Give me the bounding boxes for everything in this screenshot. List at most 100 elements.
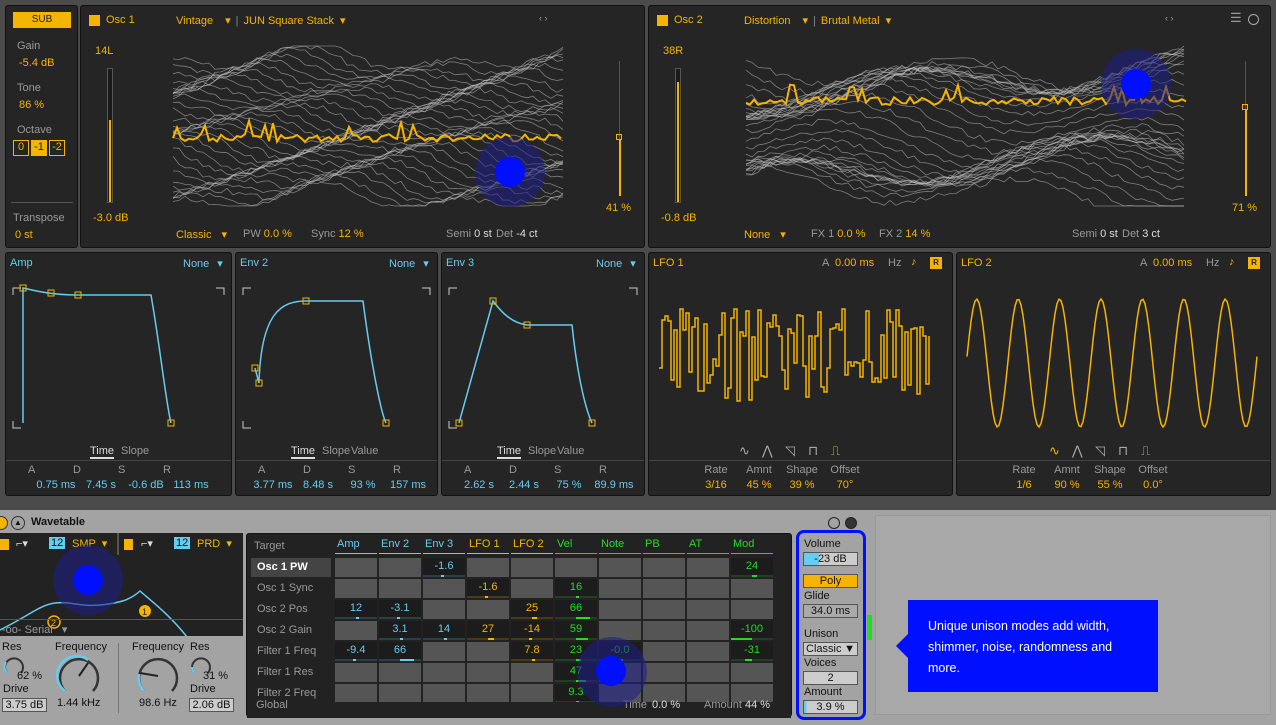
matrix-cell[interactable]: 66 [555, 600, 597, 619]
matrix-cell[interactable] [467, 600, 509, 619]
osc1-pan[interactable]: 14L [95, 45, 113, 57]
matrix-cell[interactable] [687, 642, 729, 661]
octave-button[interactable]: -2 [49, 140, 65, 156]
matrix-cell[interactable] [423, 663, 465, 682]
square-shape-icon[interactable]: ⊓ [808, 443, 818, 459]
env-param-value-a[interactable]: 2.62 s [454, 479, 504, 491]
tab-time[interactable]: Time [291, 445, 316, 459]
sine-shape-icon[interactable]: ∿ [739, 443, 750, 459]
matrix-cell[interactable] [687, 558, 729, 577]
osc1-det-control[interactable]: Det -4 ct [496, 228, 538, 240]
matrix-row-target[interactable]: Osc 2 Pos [251, 600, 331, 619]
matrix-cell[interactable] [467, 663, 509, 682]
env-param-value-d[interactable]: 8.48 s [293, 479, 343, 491]
osc2-toggle[interactable] [657, 15, 668, 26]
attack-value[interactable]: 0.00 ms [835, 257, 874, 269]
circle-icon[interactable] [1248, 14, 1259, 25]
saw-shape-icon[interactable]: ◹ [785, 443, 795, 459]
matrix-cell[interactable] [643, 558, 685, 577]
matrix-cell[interactable]: -1.6 [423, 558, 465, 577]
osc2-category-dropdown[interactable]: Distortion ▾ | Brutal Metal ▾ [744, 14, 891, 27]
matrix-cell[interactable] [687, 600, 729, 619]
matrix-cell[interactable] [731, 663, 773, 682]
menu-icon[interactable]: ☰ [1230, 10, 1242, 26]
env-param-value-d[interactable]: 7.45 s [76, 479, 126, 491]
sine-shape-icon[interactable]: ∿ [1049, 443, 1060, 459]
osc1-semi-control[interactable]: Semi 0 st [446, 228, 492, 240]
matrix-cell[interactable] [467, 684, 509, 703]
matrix-cell[interactable] [423, 642, 465, 661]
env-param-value-r[interactable]: 113 ms [166, 479, 216, 491]
matrix-cell[interactable] [335, 621, 377, 640]
osc1-mode-dropdown[interactable]: Classic ▾ [176, 228, 227, 241]
env-param-value-s[interactable]: 93 % [338, 479, 388, 491]
matrix-cell[interactable] [731, 579, 773, 598]
matrix-row-target[interactable]: Filter 1 Res [251, 663, 331, 682]
matrix-cell[interactable] [423, 684, 465, 703]
wavetable-prev-next-icon[interactable]: ‹ › [539, 13, 548, 23]
matrix-cell[interactable]: 66 [379, 642, 421, 661]
freq1-knob[interactable] [55, 655, 100, 697]
osc2-gain-value[interactable]: -0.8 dB [661, 212, 696, 224]
lfo-param-value-offset[interactable]: 0.0° [1128, 479, 1178, 491]
filter2-toggle[interactable] [124, 539, 133, 550]
filter2-slope[interactable]: 12 [174, 537, 191, 549]
tab-slope[interactable]: Slope [528, 445, 556, 457]
unison-dropdown[interactable]: Classic ▼ [803, 642, 858, 656]
filter2-type-dropdown[interactable]: PRD ▾ [197, 537, 232, 550]
note-icon[interactable]: ♪ [1229, 256, 1235, 268]
osc2-p1-control[interactable]: FX 1 0.0 % [811, 228, 865, 240]
drive2-field[interactable]: 2.06 dB [189, 698, 234, 712]
envelope-graph[interactable] [11, 253, 228, 433]
transpose-value[interactable]: 0 st [15, 229, 33, 241]
matrix-cell[interactable] [379, 558, 421, 577]
osc1-p1-control[interactable]: PW 0.0 % [243, 228, 292, 240]
envelope-graph[interactable] [447, 253, 641, 433]
matrix-cell[interactable]: -14 [511, 621, 553, 640]
env-param-value-a[interactable]: 3.77 ms [248, 479, 298, 491]
matrix-cell[interactable]: -1.6 [467, 579, 509, 598]
voices-field[interactable]: 2 [803, 671, 858, 685]
matrix-cell[interactable] [643, 621, 685, 640]
matrix-cell[interactable]: 3.1 [379, 621, 421, 640]
tab-time[interactable]: Time [497, 445, 522, 459]
lfo-waveform-display[interactable] [659, 288, 944, 438]
matrix-cell[interactable]: -100 [731, 621, 773, 640]
matrix-cell[interactable] [643, 579, 685, 598]
matrix-cell[interactable] [555, 558, 597, 577]
matrix-cell[interactable] [643, 600, 685, 619]
osc2-position-value[interactable]: 71 % [1232, 202, 1257, 214]
osc2-p2-control[interactable]: FX 2 14 % [879, 228, 930, 240]
matrix-row-target[interactable]: Osc 2 Gain [251, 621, 331, 640]
matrix-cell[interactable]: -3.1 [379, 600, 421, 619]
matrix-cell[interactable] [511, 663, 553, 682]
sub-gain-value[interactable]: -5.4 dB [19, 57, 54, 69]
filter1-slope[interactable]: 12 [49, 537, 66, 549]
octave-button[interactable]: 0 [13, 140, 29, 156]
save-preset-icon[interactable] [845, 517, 857, 529]
matrix-cell[interactable]: 16 [555, 579, 597, 598]
matrix-cell[interactable] [467, 558, 509, 577]
tab-slope[interactable]: Slope [322, 445, 350, 457]
env-param-value-d[interactable]: 2.44 s [499, 479, 549, 491]
wavetable-prev-next-icon[interactable]: ‹ › [1165, 13, 1174, 23]
matrix-row-target[interactable]: Filter 1 Freq [251, 642, 331, 661]
attack-value[interactable]: 0.00 ms [1153, 257, 1192, 269]
matrix-cell[interactable] [379, 579, 421, 598]
hz-toggle[interactable]: Hz [1206, 257, 1219, 269]
env-param-value-s[interactable]: 75 % [544, 479, 594, 491]
matrix-cell[interactable]: -31 [731, 642, 773, 661]
matrix-cell[interactable] [335, 663, 377, 682]
osc1-position-value[interactable]: 41 % [606, 202, 631, 214]
osc1-gain-value[interactable]: -3.0 dB [93, 212, 128, 224]
env-param-value-s[interactable]: -0.6 dB [121, 479, 171, 491]
matrix-cell[interactable] [599, 558, 641, 577]
env-param-value-r[interactable]: 157 ms [383, 479, 433, 491]
poly-button[interactable]: Poly [803, 574, 858, 588]
osc1-toggle[interactable] [89, 15, 100, 26]
matrix-cell[interactable] [423, 600, 465, 619]
osc2-semi-control[interactable]: Semi 0 st [1072, 228, 1118, 240]
triangle-shape-icon[interactable]: ⋀ [1072, 443, 1083, 459]
sub-toggle-button[interactable]: SUB [13, 12, 71, 28]
envelope-graph[interactable] [241, 253, 434, 433]
